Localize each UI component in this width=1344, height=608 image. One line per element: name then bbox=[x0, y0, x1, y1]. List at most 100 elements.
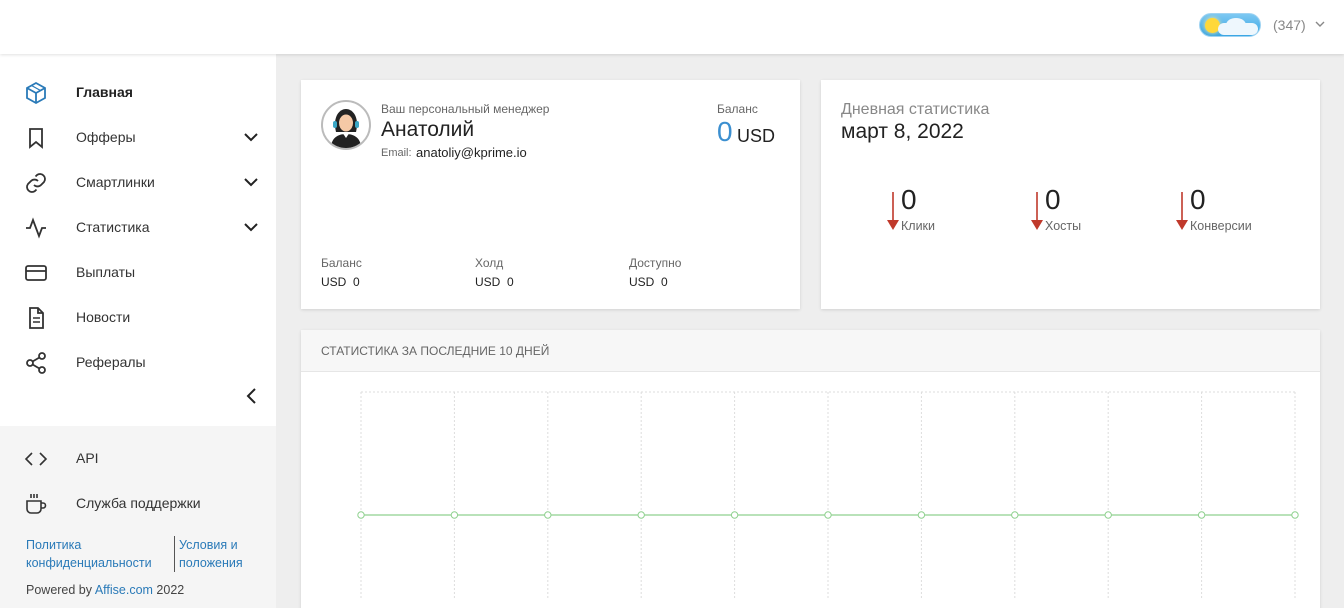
metric-value: 0 bbox=[901, 184, 917, 215]
arrow-down-icon bbox=[1176, 192, 1188, 230]
metric-conversions: 0 Конверсии bbox=[1175, 184, 1305, 234]
data-point[interactable] bbox=[1104, 511, 1112, 519]
privacy-line-1: Политика bbox=[26, 538, 82, 552]
data-point[interactable] bbox=[824, 511, 832, 519]
finance-caption: Баланс bbox=[321, 256, 362, 270]
weather-widget[interactable] bbox=[1199, 13, 1261, 37]
sidebar-item-label: Служба поддержки bbox=[76, 495, 201, 511]
finance-amount: 0 bbox=[661, 275, 668, 289]
chevron-down-icon[interactable] bbox=[1314, 18, 1326, 30]
credit-card-icon bbox=[25, 265, 47, 281]
chart-card: СТАТИСТИКА ЗА ПОСЛЕДНИЕ 10 ДНЕЙ bbox=[301, 330, 1320, 608]
balance-value: 0 bbox=[717, 116, 733, 147]
privacy-policy-link[interactable]: Политика конфиденциальности bbox=[26, 536, 166, 572]
terms-line-1: Условия и bbox=[179, 538, 238, 552]
data-point[interactable] bbox=[450, 511, 459, 519]
chart-header: СТАТИСТИКА ЗА ПОСЛЕДНИЕ 10 ДНЕЙ bbox=[301, 330, 1320, 372]
daily-date: март 8, 2022 bbox=[841, 120, 964, 143]
data-point[interactable] bbox=[357, 511, 365, 519]
arrow-down-icon bbox=[887, 192, 899, 230]
top-bar: (347) bbox=[0, 0, 1344, 54]
finance-caption: Доступно bbox=[629, 256, 682, 270]
sidebar-item-referrals[interactable]: Рефералы bbox=[0, 340, 276, 384]
metric-label: Хосты bbox=[1045, 219, 1082, 233]
data-point[interactable] bbox=[1011, 511, 1019, 519]
bookmark-icon bbox=[29, 128, 43, 149]
powered-prefix: Powered by bbox=[26, 583, 93, 597]
cube-icon bbox=[26, 81, 46, 105]
finance-balance: Баланс USD 0 bbox=[321, 256, 362, 289]
activity-icon bbox=[26, 217, 46, 239]
arrow-down-icon bbox=[1031, 192, 1043, 230]
coffee-icon bbox=[26, 494, 47, 514]
balance-caption: Баланс bbox=[717, 102, 758, 116]
data-point[interactable] bbox=[544, 511, 552, 519]
chevron-down-icon[interactable] bbox=[242, 128, 260, 146]
footer-divider bbox=[174, 536, 175, 572]
metric-hosts: 0 Хосты bbox=[1030, 184, 1160, 234]
chevron-down-icon[interactable] bbox=[242, 218, 260, 236]
manager-name: Анатолий bbox=[381, 118, 475, 141]
balance-currency: USD bbox=[737, 126, 776, 146]
finance-hold: Холд USD 0 bbox=[475, 256, 514, 289]
collapse-sidebar-icon[interactable] bbox=[242, 386, 262, 406]
privacy-line-2: конфиденциальности bbox=[26, 556, 152, 570]
powered-year: 2022 bbox=[156, 583, 185, 597]
data-point[interactable] bbox=[917, 511, 926, 519]
daily-stats-card: Дневная статистика март 8, 2022 0 Клики … bbox=[821, 80, 1320, 309]
sidebar-item-offers[interactable]: Офферы bbox=[0, 115, 276, 159]
chart-title: СТАТИСТИКА ЗА ПОСЛЕДНИЕ 10 ДНЕЙ bbox=[321, 344, 550, 358]
manager-caption: Ваш персональный менеджер bbox=[381, 102, 550, 116]
chevron-down-icon[interactable] bbox=[242, 173, 260, 191]
finance-value: USD 0 bbox=[321, 275, 362, 289]
sidebar-item-smartlinks[interactable]: Смартлинки bbox=[0, 160, 276, 204]
data-point[interactable] bbox=[637, 511, 645, 519]
notification-counter[interactable]: (347) bbox=[1273, 17, 1306, 33]
finance-currency: USD bbox=[475, 275, 501, 289]
manager-avatar bbox=[321, 100, 371, 150]
finance-available: Доступно USD 0 bbox=[629, 256, 681, 289]
manager-email[interactable]: anatoliy@kprime.io bbox=[416, 145, 527, 160]
document-icon bbox=[29, 307, 44, 329]
sidebar-item-news[interactable]: Новости bbox=[0, 295, 276, 339]
metric-label: Конверсии bbox=[1190, 219, 1252, 233]
sidebar-item-label: Рефералы bbox=[76, 354, 146, 370]
finance-currency: USD bbox=[321, 275, 347, 289]
terms-link[interactable]: Условия и положения bbox=[179, 536, 269, 572]
finance-value: USD 0 bbox=[629, 275, 681, 289]
data-point[interactable] bbox=[730, 511, 739, 519]
daily-title: Дневная статистика bbox=[841, 101, 990, 118]
sidebar-item-label: Статистика bbox=[76, 219, 150, 235]
terms-line-2: положения bbox=[179, 556, 243, 570]
sidebar-item-api[interactable]: API bbox=[0, 436, 276, 480]
finance-currency: USD bbox=[629, 275, 655, 289]
line-chart bbox=[357, 391, 1299, 598]
sidebar-item-label: Офферы bbox=[76, 129, 136, 145]
sidebar-item-label: Новости bbox=[76, 309, 131, 325]
brand-link[interactable]: Affise.com bbox=[95, 583, 153, 597]
metric-clicks: 0 Клики bbox=[886, 184, 1016, 234]
sidebar-item-label: Выплаты bbox=[76, 264, 136, 280]
manager-card: Ваш персональный менеджер Анатолий Email… bbox=[301, 80, 800, 309]
data-point[interactable] bbox=[1197, 511, 1206, 519]
metric-value: 0 bbox=[1045, 184, 1061, 215]
finance-caption: Холд bbox=[475, 256, 504, 270]
cloud-base bbox=[1218, 23, 1258, 35]
sidebar-item-main[interactable]: Главная bbox=[0, 70, 276, 114]
sidebar-item-label: Главная bbox=[76, 84, 133, 100]
code-icon bbox=[24, 452, 48, 466]
person-headset-icon bbox=[331, 109, 361, 148]
finance-value: USD 0 bbox=[475, 275, 514, 289]
email-label: Email: bbox=[381, 147, 412, 159]
metric-label: Клики bbox=[901, 219, 936, 233]
sidebar-item-label: API bbox=[76, 450, 99, 466]
sidebar-item-label: Смартлинки bbox=[76, 174, 155, 190]
sidebar-item-support[interactable]: Служба поддержки bbox=[0, 481, 276, 525]
sidebar-item-statistics[interactable]: Статистика bbox=[0, 205, 276, 249]
finance-amount: 0 bbox=[353, 275, 360, 289]
sidebar-item-payouts[interactable]: Выплаты bbox=[0, 250, 276, 294]
share-icon bbox=[26, 352, 46, 374]
metric-value: 0 bbox=[1190, 184, 1206, 215]
finance-amount: 0 bbox=[507, 275, 514, 289]
data-point[interactable] bbox=[1291, 511, 1299, 519]
